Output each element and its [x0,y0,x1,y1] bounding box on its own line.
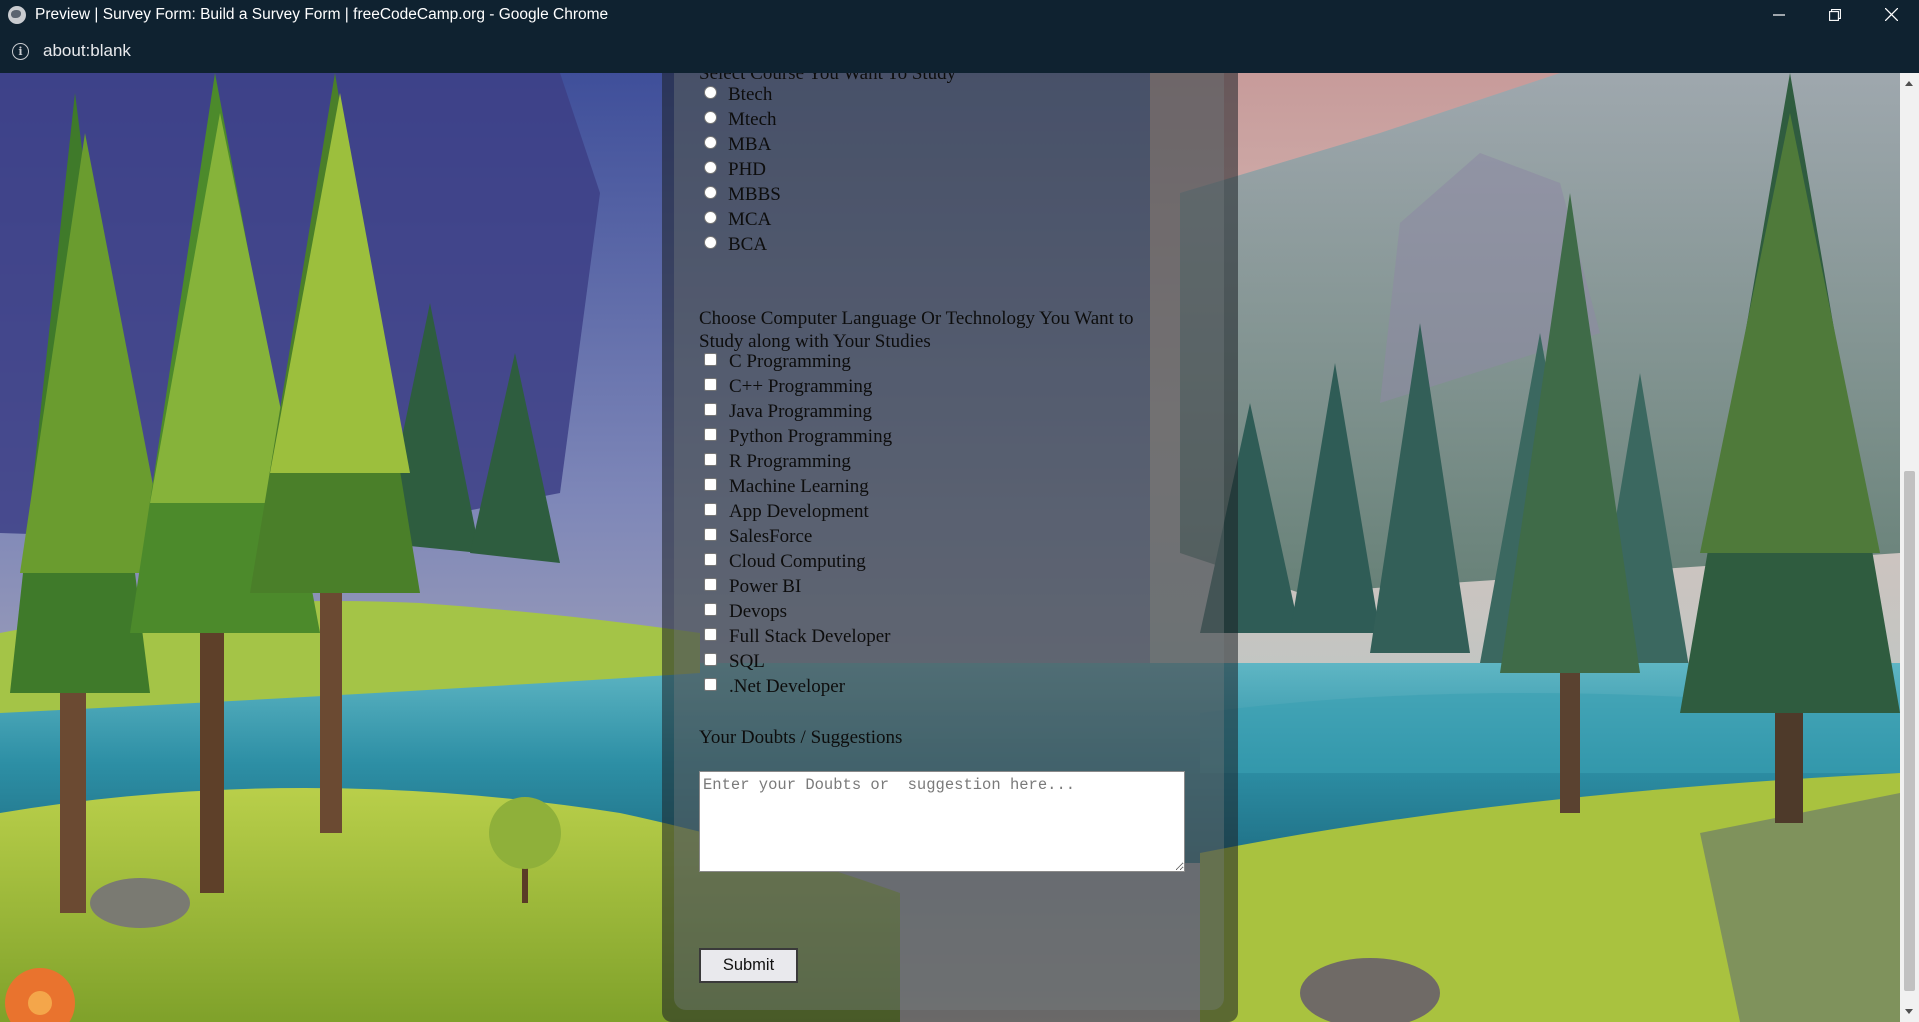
window-title: Preview | Survey Form: Build a Survey Fo… [35,5,609,23]
course-option[interactable]: Btech [704,83,772,107]
address-bar[interactable]: i about:blank [0,29,1919,74]
technology-checkbox[interactable] [704,677,717,691]
window-title-bar: Preview | Survey Form: Build a Survey Fo… [0,0,1919,29]
url-text[interactable]: about:blank [43,41,131,61]
course-radio[interactable] [704,185,717,199]
restore-icon[interactable] [1807,0,1863,29]
page-viewport: Select Course You Want To Study Btech Mt… [0,73,1900,1022]
course-radio[interactable] [704,110,717,124]
technology-legend: Choose Computer Language Or Technology Y… [699,308,1134,352]
course-radio[interactable] [704,210,717,224]
course-radio[interactable] [704,235,717,249]
course-radio[interactable] [704,160,717,174]
technology-checkbox[interactable] [704,552,717,566]
course-option[interactable]: MCA [704,208,771,232]
technology-checkbox[interactable] [704,377,717,391]
technology-option[interactable]: Java Programming [704,400,872,424]
course-option[interactable]: MBA [704,133,771,157]
technology-checkbox[interactable] [704,477,717,491]
technology-checkbox[interactable] [704,527,717,541]
scroll-down-icon[interactable] [1905,1009,1913,1014]
course-radio[interactable] [704,85,717,99]
vertical-scrollbar[interactable] [1900,73,1919,1022]
technology-option[interactable]: C Programming [704,350,851,374]
technology-option[interactable]: App Development [704,500,869,524]
technology-checkbox[interactable] [704,452,717,466]
technology-checkbox[interactable] [704,602,717,616]
submit-button[interactable]: Submit [699,948,798,983]
technology-checkbox[interactable] [704,352,717,366]
doubts-textarea[interactable] [699,771,1185,872]
technology-option[interactable]: Python Programming [704,425,892,449]
technology-checkbox[interactable] [704,402,717,416]
globe-icon [8,5,26,24]
info-icon[interactable]: i [12,42,29,60]
technology-checkbox[interactable] [704,502,717,516]
technology-option[interactable]: Machine Learning [704,475,869,499]
technology-option[interactable]: Power BI [704,575,801,599]
technology-option[interactable]: SQL [704,650,765,674]
technology-option[interactable]: C++ Programming [704,375,872,399]
course-option[interactable]: BCA [704,233,767,257]
close-icon[interactable] [1863,0,1919,29]
technology-option[interactable]: Cloud Computing [704,550,866,574]
technology-checkbox[interactable] [704,652,717,666]
technology-option[interactable]: R Programming [704,450,851,474]
scroll-up-icon[interactable] [1905,81,1913,86]
technology-option[interactable]: Full Stack Developer [704,625,890,649]
technology-checkbox[interactable] [704,427,717,441]
scrollbar-thumb[interactable] [1904,471,1915,991]
technology-option[interactable]: Devops [704,600,787,624]
course-option[interactable]: PHD [704,158,766,182]
minimize-icon[interactable] [1751,0,1807,29]
course-option[interactable]: Mtech [704,108,777,132]
technology-option[interactable]: .Net Developer [704,675,845,699]
course-option[interactable]: MBBS [704,183,781,207]
course-radio[interactable] [704,135,717,149]
technology-checkbox[interactable] [704,627,717,641]
technology-option[interactable]: SalesForce [704,525,812,549]
doubts-label: Your Doubts / Suggestions [699,727,903,748]
technology-checkbox[interactable] [704,577,717,591]
